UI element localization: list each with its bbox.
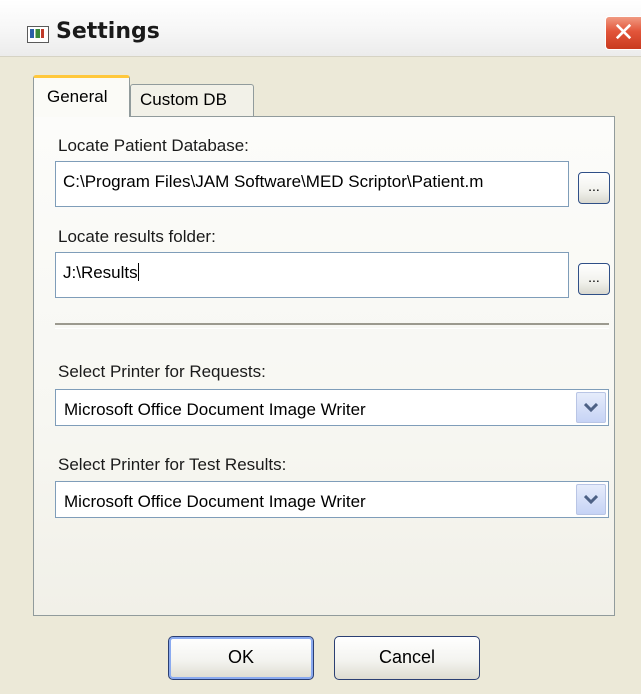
printer-results-label: Select Printer for Test Results: <box>58 455 287 474</box>
tab-general-label: General <box>47 87 108 106</box>
separator <box>55 323 609 329</box>
chevron-down-icon <box>584 403 598 413</box>
cancel-button[interactable]: Cancel <box>334 636 480 680</box>
text-cursor <box>137 263 139 281</box>
app-icon <box>27 26 49 43</box>
window-title: Settings <box>56 19 160 44</box>
close-button[interactable]: ✕ <box>605 16 641 50</box>
printer-requests-label: Select Printer for Requests: <box>58 362 266 381</box>
browse-ellipsis-icon: ... <box>588 269 600 285</box>
tab-custom-db-label: Custom DB <box>140 90 227 109</box>
dropdown-button[interactable] <box>576 392 606 423</box>
browse-ellipsis-icon: ... <box>588 178 600 194</box>
printer-results-value: Microsoft Office Document Image Writer <box>64 492 366 511</box>
dropdown-button[interactable] <box>576 484 606 515</box>
ok-button[interactable]: OK <box>168 636 314 680</box>
printer-requests-select[interactable]: Microsoft Office Document Image Writer <box>55 389 609 426</box>
title-bar: Settings ✕ <box>0 0 641 57</box>
chevron-down-icon <box>584 495 598 505</box>
patient-database-input[interactable]: C:\Program Files\JAM Software\MED Script… <box>55 161 569 207</box>
results-folder-value: J:\Results <box>63 263 138 282</box>
printer-results-select[interactable]: Microsoft Office Document Image Writer <box>55 481 609 518</box>
patient-database-value: C:\Program Files\JAM Software\MED Script… <box>63 172 484 191</box>
browse-results-folder-button[interactable]: ... <box>578 263 610 295</box>
tab-custom-db[interactable]: Custom DB <box>130 84 254 117</box>
results-folder-input[interactable]: J:\Results <box>55 252 569 298</box>
results-folder-label: Locate results folder: <box>58 227 216 246</box>
close-icon: ✕ <box>612 18 635 48</box>
patient-database-label: Locate Patient Database: <box>58 136 249 155</box>
browse-patient-database-button[interactable]: ... <box>578 172 610 204</box>
tab-general[interactable]: General <box>33 75 130 117</box>
printer-requests-value: Microsoft Office Document Image Writer <box>64 400 366 419</box>
